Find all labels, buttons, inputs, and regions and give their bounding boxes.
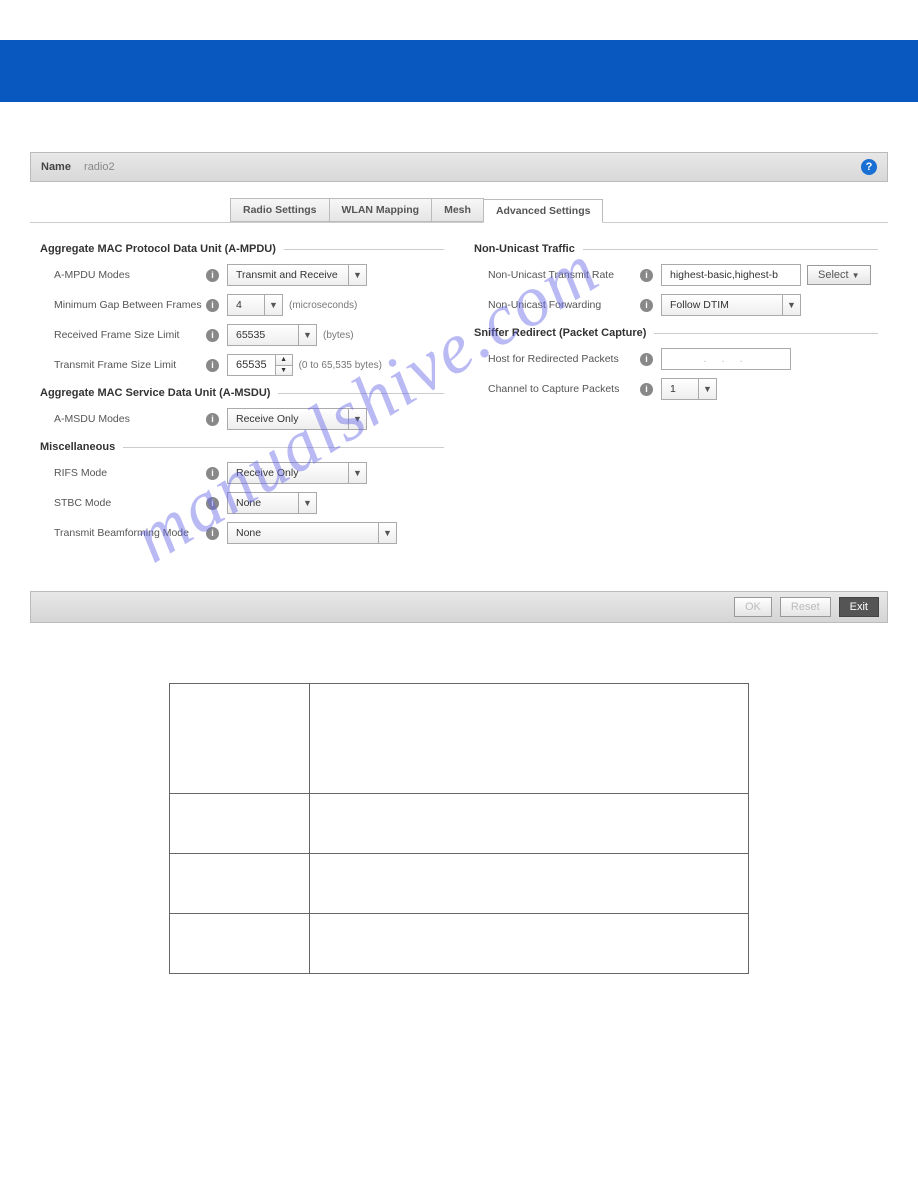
- chevron-down-icon: ▼: [348, 463, 366, 483]
- label-amsdu-modes: A-MSDU Modes: [54, 413, 204, 425]
- label-stbc: STBC Mode: [54, 497, 204, 509]
- label-beam: Transmit Beamforming Mode: [54, 527, 204, 539]
- chevron-down-icon: ▼: [298, 325, 316, 345]
- section-nonunicast: Non-Unicast Traffic: [474, 243, 878, 255]
- unit-ampdu-recv: (bytes): [323, 330, 354, 341]
- name-value: radio2: [84, 161, 115, 173]
- label-rifs: RIFS Mode: [54, 467, 204, 479]
- info-icon[interactable]: i: [640, 269, 653, 282]
- name-bar: Name radio2 ?: [30, 152, 888, 182]
- chevron-down-icon[interactable]: ▼: [276, 365, 292, 376]
- ok-button[interactable]: OK: [734, 597, 772, 617]
- name-label: Name: [41, 161, 71, 173]
- tab-row: Radio Settings WLAN Mapping Mesh Advance…: [30, 198, 888, 223]
- info-icon[interactable]: i: [206, 329, 219, 342]
- tab-radio-settings[interactable]: Radio Settings: [230, 198, 330, 222]
- label-sniffer-chan: Channel to Capture Packets: [488, 383, 638, 395]
- input-sniffer-host[interactable]: . . .: [661, 348, 791, 370]
- select-ampdu-recv[interactable]: 65535▼: [227, 324, 317, 346]
- footer-bar: OK Reset Exit: [30, 591, 888, 623]
- tab-advanced-settings[interactable]: Advanced Settings: [483, 199, 604, 223]
- chevron-down-icon: ▼: [298, 493, 316, 513]
- chevron-down-icon: ▼: [264, 295, 282, 315]
- info-icon[interactable]: i: [640, 383, 653, 396]
- select-amsdu-modes[interactable]: Receive Only▼: [227, 408, 367, 430]
- label-sniffer-host: Host for Redirected Packets: [488, 353, 638, 365]
- info-icon[interactable]: i: [206, 269, 219, 282]
- chevron-down-icon: ▼: [852, 271, 860, 280]
- info-icon[interactable]: i: [206, 299, 219, 312]
- info-icon[interactable]: i: [206, 413, 219, 426]
- exit-button[interactable]: Exit: [839, 597, 879, 617]
- label-nonuni-fwd: Non-Unicast Forwarding: [488, 299, 638, 311]
- unit-ampdu-xmit: (0 to 65,535 bytes): [299, 360, 382, 371]
- info-icon[interactable]: i: [206, 467, 219, 480]
- select-nonuni-fwd[interactable]: Follow DTIM▼: [661, 294, 801, 316]
- info-icon[interactable]: i: [206, 359, 219, 372]
- info-icon[interactable]: i: [206, 527, 219, 540]
- select-beam[interactable]: None▼: [227, 522, 397, 544]
- select-ampdu-modes[interactable]: Transmit and Receive▼: [227, 264, 367, 286]
- select-sniffer-chan[interactable]: 1▼: [661, 378, 717, 400]
- info-icon[interactable]: i: [640, 299, 653, 312]
- label-nonuni-rate: Non-Unicast Transmit Rate: [488, 269, 638, 281]
- tab-mesh[interactable]: Mesh: [431, 198, 484, 222]
- select-stbc[interactable]: None▼: [227, 492, 317, 514]
- label-ampdu-modes: A-MPDU Modes: [54, 269, 204, 281]
- chevron-down-icon: ▼: [698, 379, 716, 399]
- info-icon[interactable]: i: [640, 353, 653, 366]
- chevron-up-icon[interactable]: ▲: [276, 355, 292, 365]
- unit-ampdu-gap: (microseconds): [289, 300, 357, 311]
- chevron-down-icon: ▼: [378, 523, 396, 543]
- chevron-down-icon: ▼: [782, 295, 800, 315]
- select-button[interactable]: Select ▼: [807, 265, 871, 285]
- label-ampdu-gap: Minimum Gap Between Frames: [54, 299, 204, 311]
- label-ampdu-recv: Received Frame Size Limit: [54, 329, 204, 341]
- section-misc: Miscellaneous: [40, 441, 444, 453]
- top-banner: [0, 40, 918, 102]
- spinner-ampdu-xmit[interactable]: 65535 ▲▼: [227, 354, 293, 376]
- input-nonuni-rate[interactable]: highest-basic,highest-b: [661, 264, 801, 286]
- description-table: [169, 683, 749, 974]
- reset-button[interactable]: Reset: [780, 597, 831, 617]
- section-amsdu: Aggregate MAC Service Data Unit (A-MSDU): [40, 387, 444, 399]
- section-sniffer: Sniffer Redirect (Packet Capture): [474, 327, 878, 339]
- help-icon[interactable]: ?: [861, 159, 877, 175]
- section-ampdu: Aggregate MAC Protocol Data Unit (A-MPDU…: [40, 243, 444, 255]
- label-ampdu-xmit: Transmit Frame Size Limit: [54, 359, 204, 371]
- select-ampdu-gap[interactable]: 4▼: [227, 294, 283, 316]
- select-rifs[interactable]: Receive Only▼: [227, 462, 367, 484]
- chevron-down-icon: ▼: [348, 265, 366, 285]
- chevron-down-icon: ▼: [348, 409, 366, 429]
- info-icon[interactable]: i: [206, 497, 219, 510]
- tab-wlan-mapping[interactable]: WLAN Mapping: [329, 198, 433, 222]
